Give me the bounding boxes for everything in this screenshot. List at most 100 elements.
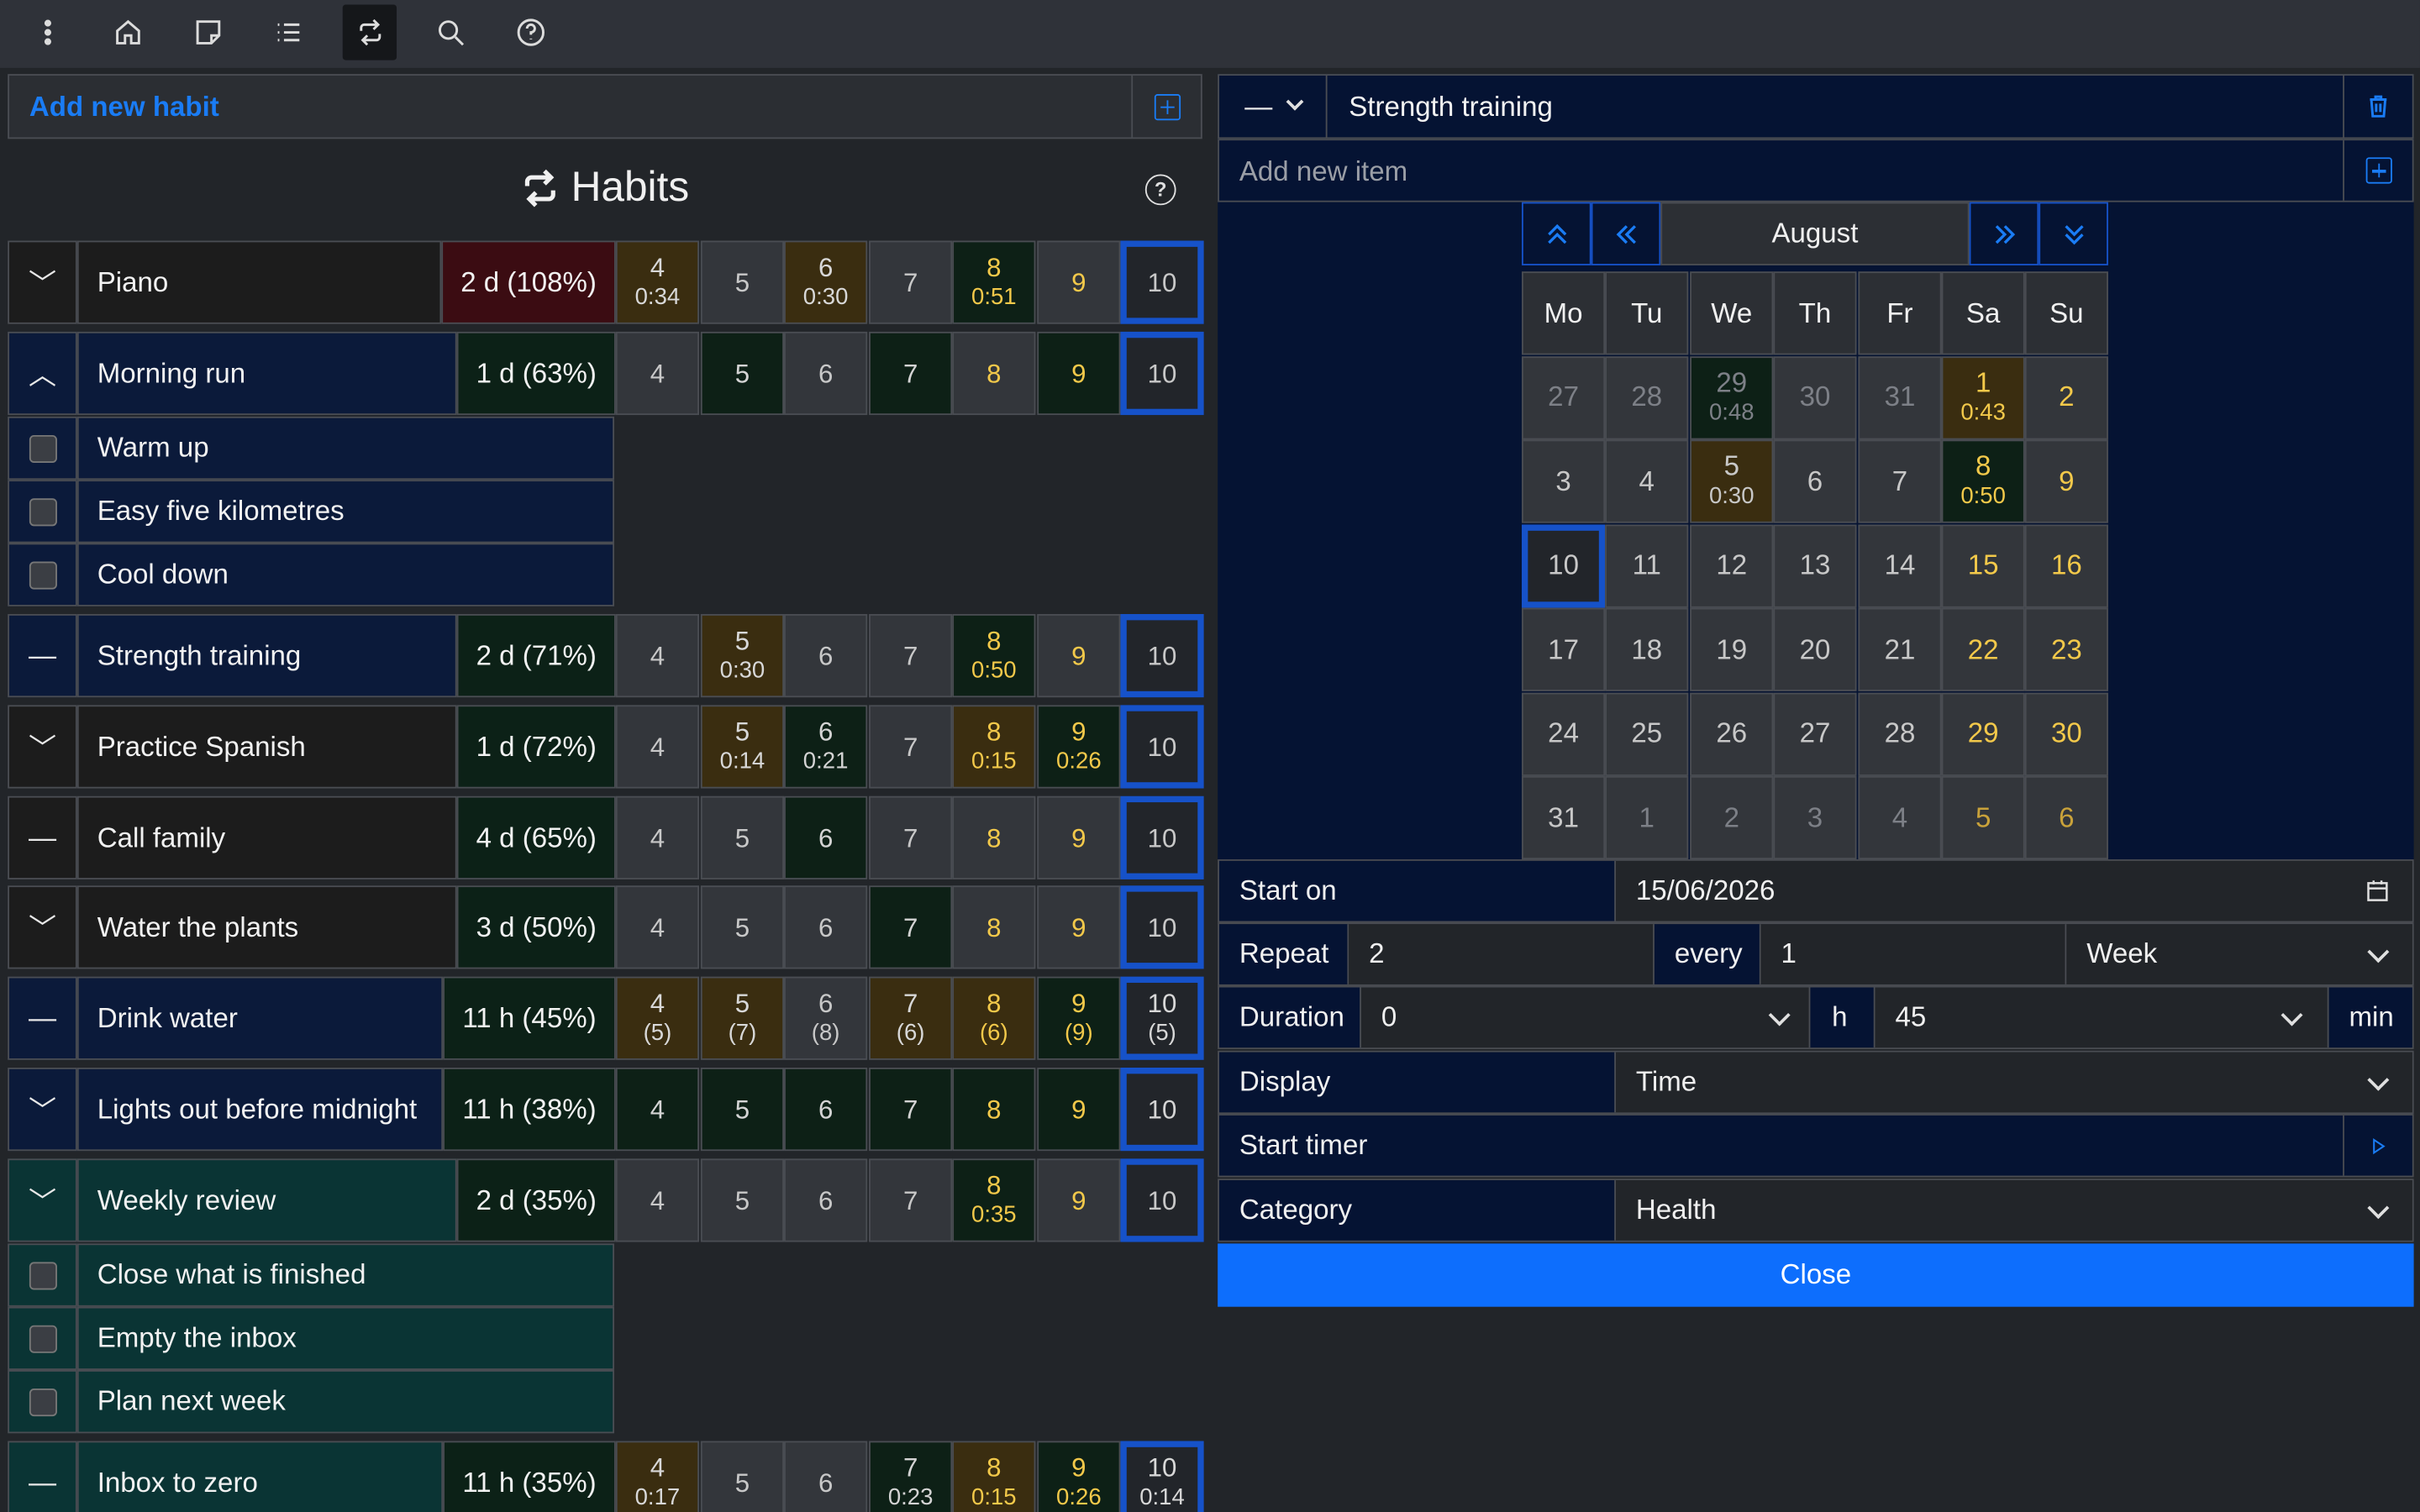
habit-day-cell[interactable]: 8 [952,331,1036,416]
habit-day-cell[interactable]: 9 [1037,331,1121,416]
habit-toggle-button[interactable]: — [8,614,77,698]
checkbox-box[interactable] [28,1388,57,1416]
habit-name[interactable]: Drink water [76,976,444,1060]
header-select[interactable]: — [1219,75,1328,138]
habit-day-cell[interactable]: 4 [615,614,700,698]
calendar-day[interactable]: 30 [1773,355,1857,439]
habit-day-cell[interactable]: 5 [700,1441,785,1512]
calendar-day[interactable]: 16 [2024,523,2108,607]
habit-day-cell[interactable]: 7 [869,1158,953,1242]
subitem-checkbox[interactable] [8,416,77,480]
calendar-day[interactable]: 20 [1773,607,1857,691]
calendar-day[interactable]: 2 [1690,775,1774,860]
calendar-day[interactable]: 7 [1858,439,1942,523]
habit-toggle-button[interactable]: — [8,976,77,1060]
habit-row[interactable]: ﹀ Weekly review 2 d (35%) 4 5 6 7 8 0:35 9 10 [8,1158,1204,1242]
hours-select[interactable]: 0 [1360,987,1811,1048]
habit-row[interactable]: — Call family 4 d (65%) 4 5 6 7 8 9 10 [8,795,1204,879]
calendar-day[interactable]: 1 0:43 [1941,355,2025,439]
habit-day-cell[interactable]: 9 [1037,240,1121,324]
habit-name[interactable]: Call family [76,795,457,879]
calendar-day[interactable]: 28 [1858,691,1942,775]
habit-day-cell[interactable]: 8 0:15 [952,705,1036,789]
habit-day-cell[interactable]: 4 (5) [615,976,700,1060]
habit-day-cell[interactable]: 8 (6) [952,976,1036,1060]
habit-day-cell[interactable]: 4 0:17 [615,1441,700,1512]
habit-row[interactable]: — Strength training 2 d (71%) 4 5 0:30 6 7 8 0:50… [8,614,1204,698]
repeat-input[interactable]: 2 [1349,924,1655,984]
habit-name[interactable]: Lights out before midnight [76,1067,444,1152]
calendar-day[interactable]: 12 [1690,523,1774,607]
habit-toggle-button[interactable]: ﹀ [8,240,77,324]
habit-day-cell[interactable]: 4 [615,885,700,969]
habit-day-cell[interactable]: 6 [784,1067,868,1152]
habit-toggle-button[interactable]: ︿ [8,331,77,416]
habit-day-cell[interactable]: 10 [1120,1067,1204,1152]
habit-day-cell[interactable]: 10 [1120,705,1204,789]
add-item-button[interactable] [2343,140,2412,201]
start-on-input[interactable]: 15/06/2026 [1616,860,2412,921]
habit-row[interactable]: — Inbox to zero 11 h (35%) 4 0:17 5 6 7 0:23 8 0:1… [8,1441,1204,1512]
repeat-icon[interactable] [342,4,397,60]
habit-toggle-button[interactable]: ﹀ [8,1158,77,1242]
habit-day-cell[interactable]: 4 0:34 [615,240,700,324]
habit-day-cell[interactable]: 6 [784,1441,868,1512]
calendar-day[interactable]: 5 [1941,775,2025,860]
calendar-day[interactable]: 6 [2024,775,2108,860]
editor-title[interactable]: Strength training [1349,91,1553,123]
habit-day-cell[interactable]: 5 [700,240,785,324]
habits-help-icon[interactable]: ? [1144,174,1176,206]
calendar-day[interactable]: 6 [1773,439,1857,523]
habit-day-cell[interactable]: 10 (5) [1120,976,1204,1060]
habit-toggle-button[interactable]: ﹀ [8,885,77,969]
habit-day-cell[interactable]: 4 [615,331,700,416]
habit-day-cell[interactable]: 8 [952,795,1036,879]
habit-toggle-button[interactable]: ﹀ [8,1067,77,1152]
habit-day-cell[interactable]: 10 [1120,614,1204,698]
habit-day-cell[interactable]: 7 [869,240,953,324]
period-select[interactable]: Week [2066,924,2412,984]
habit-day-cell[interactable]: 4 [615,705,700,789]
add-habit-label[interactable]: Add new habit [29,91,219,123]
every-input[interactable]: 1 [1760,924,2067,984]
habit-name[interactable]: Morning run [76,331,457,416]
calendar-day[interactable]: 10 [1521,523,1606,607]
habit-day-cell[interactable]: 6 (8) [784,976,868,1060]
habit-row[interactable]: — Drink water 11 h (45%) 4 (5) 5 (7) 6 (8) 7 (6) 8(… [8,976,1204,1060]
minutes-select[interactable]: 45 [1875,987,2329,1048]
habit-day-cell[interactable]: 10 [1120,331,1204,416]
habit-day-cell[interactable]: 9 0:26 [1037,1441,1121,1512]
calendar-day[interactable]: 3 [1773,775,1857,860]
habit-day-cell[interactable]: 9 [1037,795,1121,879]
calendar-day[interactable]: 27 [1773,691,1857,775]
next-month-button[interactable] [1969,202,2039,265]
checkbox-box[interactable] [28,1324,57,1352]
calendar-day[interactable]: 18 [1605,607,1689,691]
habit-day-cell[interactable]: 7 0:23 [869,1441,953,1512]
habit-day-cell[interactable]: 9 [1037,1158,1121,1242]
checkbox-box[interactable] [28,497,57,526]
calendar-day[interactable]: 4 [1858,775,1942,860]
habit-day-cell[interactable]: 8 0:50 [952,614,1036,698]
note-icon[interactable] [181,5,234,60]
habit-name[interactable]: Inbox to zero [76,1441,444,1512]
calendar-day[interactable]: 23 [2024,607,2108,691]
calendar-day[interactable]: 8 0:50 [1941,439,2025,523]
calendar-day[interactable]: 25 [1605,691,1689,775]
category-select[interactable]: Health [1616,1180,2412,1241]
calendar-day[interactable]: 29 [1941,691,2025,775]
habit-day-cell[interactable]: 5 0:30 [700,614,785,698]
calendar-day[interactable]: 21 [1858,607,1942,691]
checkbox-box[interactable] [28,1261,57,1289]
habit-day-cell[interactable]: 6 [784,614,868,698]
habit-day-cell[interactable]: 5 [700,1067,785,1152]
calendar-day[interactable]: 27 [1521,355,1606,439]
habit-day-cell[interactable]: 4 [615,795,700,879]
calendar-day[interactable]: 9 [2024,439,2108,523]
habit-day-cell[interactable]: 9 [1037,1067,1121,1152]
habit-day-cell[interactable]: 7 [869,885,953,969]
calendar-day[interactable]: 4 [1605,439,1689,523]
calendar-day[interactable]: 14 [1858,523,1942,607]
display-select[interactable]: Time [1616,1052,2412,1113]
calendar-day[interactable]: 5 0:30 [1690,439,1774,523]
